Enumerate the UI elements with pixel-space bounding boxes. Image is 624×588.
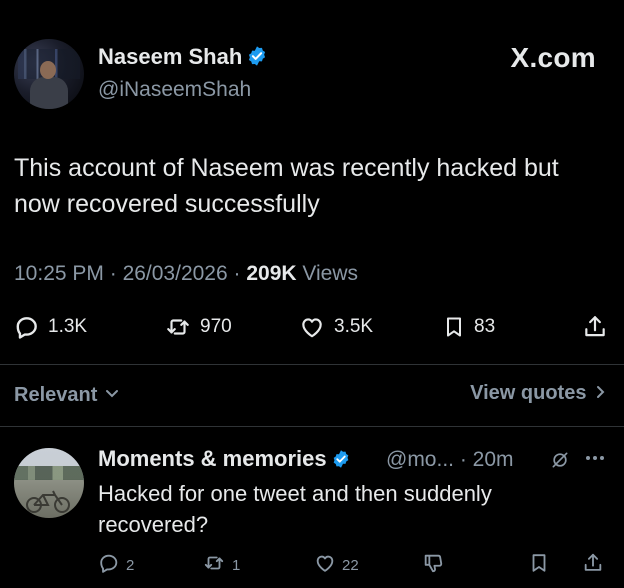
views-count: 209K [246,262,297,285]
repost-button[interactable]: 970 [164,314,232,340]
bookmark-icon [528,552,550,578]
avatar-figure [30,77,68,109]
tweet-time[interactable]: 10:25 PM [14,262,104,285]
dislike-button[interactable] [422,552,444,578]
meta-separator: · [227,262,247,285]
verified-badge-icon [331,449,351,475]
sort-label: Relevant [14,384,98,406]
tweet-date[interactable]: 26/03/2026 [123,262,228,285]
author-avatar[interactable] [14,39,84,109]
reply-reply-count: 2 [126,556,135,574]
view-quotes-label: View quotes [470,382,587,404]
bookmark-button[interactable]: 83 [442,314,495,340]
author-name-row[interactable]: Naseem Shah [98,44,268,73]
divider [0,426,624,427]
reply-meta: @mo... · 20m [386,448,514,472]
reply-button[interactable]: 1.3K [14,314,87,340]
like-count: 3.5K [334,316,374,337]
reply-like-button[interactable]: 22 [314,552,359,578]
heart-icon [314,552,336,578]
more-options-icon[interactable] [584,448,606,473]
heart-icon [298,314,326,340]
meta-separator: · [454,448,473,471]
bicycle-icon [24,488,74,518]
reply-share-button[interactable] [582,552,604,578]
tweet-meta: 10:25 PM · 26/03/2026 · 209K Views [14,262,358,286]
chevron-right-icon [596,382,606,405]
reply-count: 1.3K [48,316,88,337]
divider [0,364,624,365]
chevron-down-icon [105,382,119,405]
reply-author-name-row[interactable]: Moments & memories [98,446,351,475]
tweet-actions: 1.3K 970 3.5K 83 [14,314,610,348]
reply-icon [14,314,40,340]
reply-repost-count: 1 [232,556,241,574]
view-quotes-link[interactable]: View quotes [470,382,606,405]
bookmark-icon [442,314,466,340]
views-label: Views [302,262,359,285]
reply-like-count: 22 [342,556,359,574]
reply-author-name[interactable]: Moments & memories [98,446,327,471]
repost-count: 970 [200,316,232,337]
reply-reply-button[interactable]: 2 [98,552,134,578]
verified-badge-icon [246,45,268,73]
site-label: X.com [510,42,596,73]
reply-actions: 2 1 22 [98,552,610,578]
share-icon [582,314,608,340]
avatar-background [14,466,84,480]
avatar-head [40,61,56,79]
author-name[interactable]: Naseem Shah [98,44,242,69]
like-button[interactable]: 3.5K [298,314,373,340]
sort-dropdown[interactable]: Relevant [14,382,119,407]
share-button[interactable] [582,314,608,340]
tweet-text: This account of Naseem was recently hack… [14,154,559,218]
author-handle[interactable]: @iNaseemShah [98,78,251,102]
bookmark-count: 83 [474,316,496,337]
repost-icon [164,314,192,340]
reply-author-handle[interactable]: @mo... [386,448,454,471]
reply-time[interactable]: 20m [473,448,514,471]
reply-author-avatar[interactable] [14,448,84,518]
meta-separator: · [103,262,123,285]
reply-icon [98,552,120,578]
reply-text: Hacked for one tweet and then suddenly r… [98,481,492,537]
share-icon [582,552,604,578]
grok-icon[interactable] [550,450,570,475]
reply-bookmark-button[interactable] [528,552,550,578]
reply-repost-button[interactable]: 1 [202,552,240,578]
thumbs-down-icon [422,552,444,578]
repost-icon [202,552,226,578]
